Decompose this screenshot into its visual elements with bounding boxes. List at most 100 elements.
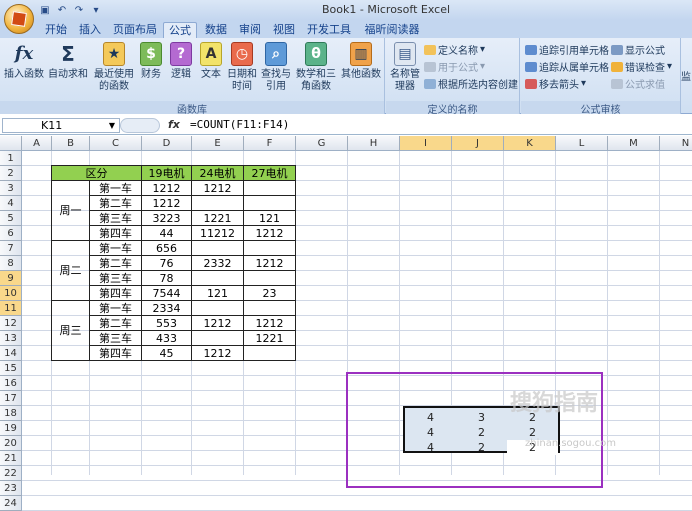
evaluate-formula-button[interactable]: 公式求值 (611, 76, 665, 91)
motor-24-value-cell[interactable]: 11212 (192, 226, 244, 241)
name-box[interactable]: K11 ▼ (2, 118, 120, 133)
motor-19-value-cell[interactable]: 44 (142, 226, 192, 241)
name-box-dropdown-icon[interactable]: ▼ (109, 119, 115, 132)
row-header-6[interactable]: 6 (0, 226, 22, 241)
motor-19-value-cell[interactable]: 656 (142, 241, 192, 256)
motor-27-value-cell[interactable]: 1221 (244, 331, 296, 346)
motor-19-value-cell[interactable]: 7544 (142, 286, 192, 301)
motor-27-value-cell[interactable] (244, 181, 296, 196)
column-header-d[interactable]: D (142, 136, 192, 151)
motor-24-value-cell[interactable] (192, 241, 244, 256)
car-label-cell[interactable]: 第三车 (90, 331, 142, 346)
row-header-17[interactable]: 17 (0, 391, 22, 406)
create-from-selection-button[interactable]: 根据所选内容创建 (424, 76, 518, 91)
row-header-16[interactable]: 16 (0, 376, 22, 391)
math-trig-button[interactable]: θ 数学和三角函数 (294, 42, 338, 93)
row-header-23[interactable]: 23 (0, 481, 22, 496)
tab-home[interactable]: 开始 (40, 22, 72, 38)
text-button[interactable]: A 文本 (198, 42, 224, 81)
motor-24-value-cell[interactable]: 2332 (192, 256, 244, 271)
motor-27-value-cell[interactable] (244, 271, 296, 286)
row-header-20[interactable]: 20 (0, 436, 22, 451)
motor-24-value-cell[interactable] (192, 271, 244, 286)
use-in-formula-button[interactable]: 用于公式 ▾ (424, 59, 485, 74)
motor-24-value-cell[interactable]: 121 (192, 286, 244, 301)
row-header-4[interactable]: 4 (0, 196, 22, 211)
motor-27-value-cell[interactable] (244, 301, 296, 316)
formula-input[interactable]: =COUNT(F11:F14) (190, 118, 289, 131)
motor-19-value-cell[interactable]: 78 (142, 271, 192, 286)
column-header-n[interactable]: N (660, 136, 692, 151)
show-formulas-button[interactable]: 显示公式 (611, 42, 665, 57)
motor-24-value-cell[interactable] (192, 331, 244, 346)
count-result-cell[interactable]: 4 (405, 410, 456, 425)
count-result-cell[interactable]: 3 (456, 410, 507, 425)
car-label-cell[interactable]: 第四车 (90, 226, 142, 241)
motor-19-value-cell[interactable]: 76 (142, 256, 192, 271)
column-header-f[interactable]: F (244, 136, 296, 151)
column-header-c[interactable]: C (90, 136, 142, 151)
row-header-9[interactable]: 9 (0, 271, 22, 286)
motor-27-value-cell[interactable]: 1212 (244, 226, 296, 241)
row-header-21[interactable]: 21 (0, 451, 22, 466)
row-header-1[interactable]: 1 (0, 151, 22, 166)
car-label-cell[interactable]: 第二车 (90, 196, 142, 211)
column-header-b[interactable]: B (52, 136, 90, 151)
row-header-24[interactable]: 24 (0, 496, 22, 511)
car-label-cell[interactable]: 第三车 (90, 211, 142, 226)
select-all-corner[interactable] (0, 136, 22, 151)
motor-24-value-cell[interactable]: 1212 (192, 316, 244, 331)
header-cell-motor-27[interactable]: 27电机 (244, 166, 296, 181)
tab-developer[interactable]: 开发工具 (303, 22, 355, 38)
row-header-10[interactable]: 10 (0, 286, 22, 301)
trace-dependents-button[interactable]: 追踪从属单元格 (525, 59, 609, 74)
tab-view[interactable]: 视图 (268, 22, 300, 38)
fx-icon[interactable]: fx (168, 118, 180, 131)
name-manager-button[interactable]: ▤ 名称管理器 (388, 42, 422, 93)
office-button[interactable] (4, 4, 34, 34)
count-result-cell[interactable]: 4 (405, 425, 456, 440)
motor-24-value-cell[interactable]: 1212 (192, 346, 244, 361)
header-cell-category[interactable]: 区分 (52, 166, 142, 181)
column-header-e[interactable]: E (192, 136, 244, 151)
logical-button[interactable]: ? 逻辑 (168, 42, 194, 81)
car-label-cell[interactable]: 第一车 (90, 241, 142, 256)
define-name-button[interactable]: 定义名称 ▾ (424, 42, 485, 57)
motor-27-value-cell[interactable]: 1212 (244, 316, 296, 331)
motor-27-value-cell[interactable] (244, 346, 296, 361)
row-header-19[interactable]: 19 (0, 421, 22, 436)
lookup-reference-button[interactable]: ⌕ 查找与引用 (260, 42, 292, 93)
row-header-13[interactable]: 13 (0, 331, 22, 346)
motor-19-value-cell[interactable]: 3223 (142, 211, 192, 226)
financial-button[interactable]: $ 财务 (138, 42, 164, 81)
day-group-label[interactable]: 周一 (52, 181, 90, 241)
day-group-label[interactable]: 周三 (52, 301, 90, 361)
recently-used-button[interactable]: ★ 最近使用的函数 (90, 42, 138, 93)
row-header-3[interactable]: 3 (0, 181, 22, 196)
car-label-cell[interactable]: 第四车 (90, 346, 142, 361)
motor-24-value-cell[interactable]: 1212 (192, 181, 244, 196)
header-cell-motor-19[interactable]: 19电机 (142, 166, 192, 181)
car-label-cell[interactable]: 第一车 (90, 181, 142, 196)
row-header-14[interactable]: 14 (0, 346, 22, 361)
motor-19-value-cell[interactable]: 1212 (142, 196, 192, 211)
motor-27-value-cell[interactable] (244, 241, 296, 256)
count-result-cell[interactable]: 2 (456, 440, 507, 455)
motor-27-value-cell[interactable]: 121 (244, 211, 296, 226)
column-header-l[interactable]: L (556, 136, 608, 151)
more-functions-button[interactable]: ▥ 其他函数 (340, 42, 382, 81)
tab-insert[interactable]: 插入 (74, 22, 106, 38)
column-header-a[interactable]: A (22, 136, 52, 151)
motor-19-value-cell[interactable]: 2334 (142, 301, 192, 316)
remove-arrows-button[interactable]: 移去箭头 ▾ (525, 76, 586, 91)
row-header-15[interactable]: 15 (0, 361, 22, 376)
tab-review[interactable]: 审阅 (234, 22, 266, 38)
motor-19-value-cell[interactable]: 553 (142, 316, 192, 331)
motor-19-value-cell[interactable]: 1212 (142, 181, 192, 196)
motor-27-value-cell[interactable]: 23 (244, 286, 296, 301)
tab-foxit-reader[interactable]: 福昕阅读器 (360, 22, 424, 38)
column-header-k[interactable]: K (504, 136, 556, 151)
count-result-cell[interactable]: 2 (456, 425, 507, 440)
row-header-18[interactable]: 18 (0, 406, 22, 421)
count-result-cell[interactable]: 4 (405, 440, 456, 455)
